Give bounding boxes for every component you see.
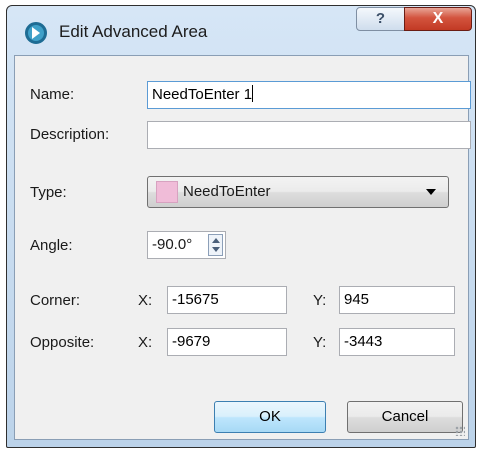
spin-down-icon[interactable]	[212, 247, 220, 252]
angle-label: Angle:	[30, 237, 73, 254]
corner-label: Corner:	[30, 292, 81, 309]
corner-x-label: X:	[138, 292, 153, 309]
type-dropdown-value: NeedToEnter	[183, 183, 271, 200]
close-button[interactable]: X	[404, 7, 472, 31]
description-label: Description:	[30, 126, 110, 143]
resize-grip-icon[interactable]	[455, 426, 465, 436]
corner-y-label: Y:	[313, 292, 327, 309]
chevron-down-icon	[426, 189, 436, 195]
angle-value: -90.0°	[152, 236, 193, 253]
corner-x-input[interactable]: -15675	[167, 286, 287, 314]
name-input-value: NeedToEnter 1	[152, 86, 253, 103]
name-label: Name:	[30, 86, 75, 103]
ok-button[interactable]: OK	[214, 401, 326, 433]
type-color-swatch	[156, 181, 178, 203]
angle-spinbox[interactable]: -90.0°	[147, 231, 226, 259]
dialog-body: Name: NeedToEnter 1 Description: Type: N…	[14, 55, 471, 440]
dialog-title: Edit Advanced Area	[59, 22, 208, 41]
name-input[interactable]: NeedToEnter 1	[147, 81, 471, 109]
opposite-y-label: Y:	[313, 334, 327, 351]
text-caret	[252, 85, 254, 102]
edit-advanced-area-dialog: Edit Advanced Area ? X Name: NeedToEnter…	[6, 5, 476, 448]
title-bar[interactable]: Edit Advanced Area ? X	[7, 6, 475, 55]
opposite-y-input[interactable]: -3443	[339, 328, 455, 356]
opposite-label: Opposite:	[30, 334, 95, 351]
opposite-x-input[interactable]: -9679	[167, 328, 287, 356]
help-button[interactable]: ?	[356, 7, 405, 31]
description-input[interactable]	[147, 121, 471, 149]
angle-spin-buttons[interactable]	[208, 234, 223, 256]
opposite-x-label: X:	[138, 334, 153, 351]
corner-y-input[interactable]: 945	[339, 286, 455, 314]
type-dropdown[interactable]: NeedToEnter	[147, 176, 449, 208]
type-label: Type:	[30, 184, 67, 201]
app-icon	[25, 22, 47, 44]
cancel-button[interactable]: Cancel	[347, 401, 463, 433]
spin-up-icon[interactable]	[212, 238, 220, 243]
